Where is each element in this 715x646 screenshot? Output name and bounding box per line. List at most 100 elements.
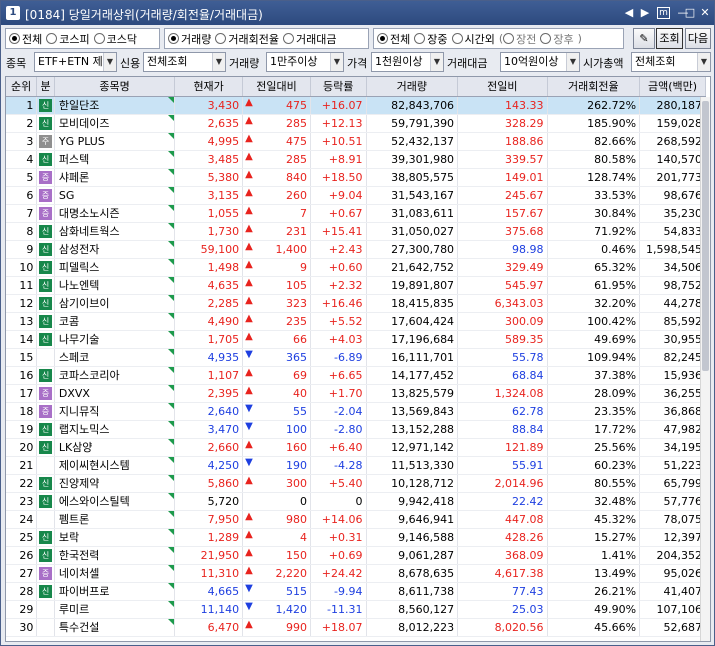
mini-icon[interactable]: m <box>657 7 670 19</box>
column-header[interactable]: 금액(백만) <box>639 77 706 97</box>
stock-name-cell[interactable]: 삼성전자 <box>54 240 176 259</box>
column-header[interactable]: 전일비 <box>457 77 548 97</box>
radio-session-all[interactable]: 전체 <box>377 31 410 47</box>
table-row[interactable]: 12 신 삼기이브이 2,285 ▲ 323 +16.46 18,415,835 6,343.0… <box>6 294 706 313</box>
scrollbar-thumb[interactable] <box>702 101 709 371</box>
stock-name-cell[interactable]: 펨트론 <box>54 510 176 529</box>
table-row[interactable]: 11 신 나노엔텍 4,635 ▲ 105 +2.32 19,891,807 545.97 61.… <box>6 276 706 295</box>
radio-session-post[interactable]: 장후 <box>540 31 574 47</box>
radio-market-all[interactable]: 전체 <box>9 31 42 47</box>
table-row[interactable]: 21 제이씨현시스템 4,250 ▼ 190 -4.28 11,513,330 55.91 60… <box>6 456 706 475</box>
table-row[interactable]: 9 신 삼성전자 59,100 ▲ 1,400 +2.43 27,300,780 98.98 0.… <box>6 240 706 259</box>
radio-market-kospi[interactable]: 코스피 <box>46 31 90 47</box>
stock-name-cell[interactable]: YG PLUS <box>54 132 176 151</box>
mcap-combo[interactable]: 전체조회 ▼ <box>631 52 711 72</box>
close-icon[interactable]: ✕ <box>698 6 712 20</box>
stock-name-cell[interactable]: 코파스코리아 <box>54 366 176 385</box>
stock-name-cell[interactable]: 파이버프로 <box>54 582 176 601</box>
pin-button[interactable]: ✎ <box>633 28 655 49</box>
stock-name-cell[interactable]: 제이씨현시스템 <box>54 456 176 475</box>
table-row[interactable]: 2 신 모비데이즈 2,635 ▲ 285 +12.13 59,791,390 328.29 18… <box>6 114 706 133</box>
table-row[interactable]: 13 신 코콤 4,490 ▲ 235 +5.52 17,604,424 300.09 100.4… <box>6 312 706 331</box>
radio-session-regular[interactable]: 장중 <box>414 31 448 47</box>
table-row[interactable]: 3 주 YG PLUS 4,995 ▲ 475 +10.51 52,432,137 188.86… <box>6 132 706 151</box>
stock-name-cell[interactable]: 삼화네트웍스 <box>54 222 176 241</box>
stock-name-cell[interactable]: SG <box>54 186 176 205</box>
stock-name-cell[interactable]: 샤페론 <box>54 168 176 187</box>
stock-name-cell[interactable]: 한국전력 <box>54 546 176 565</box>
radio-sort-turnover[interactable]: 거래회전율 <box>215 31 279 47</box>
radio-sort-amount[interactable]: 거래대금 <box>282 31 336 47</box>
table-row[interactable]: 19 신 랩지노믹스 3,470 ▼ 100 -2.80 13,152,288 88.84 17.… <box>6 420 706 439</box>
stock-name-cell[interactable]: 특수건설 <box>54 618 176 637</box>
stock-name-cell[interactable]: DXVX <box>54 384 176 403</box>
stock-name-cell[interactable]: 한일단조 <box>54 96 176 115</box>
table-row[interactable]: 17 증 DXVX 2,395 ▲ 40 +1.70 13,825,579 1,324.08 28… <box>6 384 706 403</box>
stock-name-cell[interactable]: 피델릭스 <box>54 258 176 277</box>
vertical-scrollbar[interactable] <box>700 97 710 641</box>
stock-name-cell[interactable]: 진양제약 <box>54 474 176 493</box>
refresh-button[interactable]: 조회 <box>656 28 683 49</box>
table-row[interactable]: 28 신 파이버프로 4,665 ▼ 515 -9.94 8,611,738 77.43 26.2… <box>6 582 706 601</box>
stock-name-cell[interactable]: 대명소노시즌 <box>54 204 176 223</box>
table-row[interactable]: 24 펨트론 7,950 ▲ 980 +14.06 9,646,941 447.08 45.32… <box>6 510 706 529</box>
table-row[interactable]: 14 신 나무기술 1,705 ▲ 66 +4.03 17,196,684 589.35 49.6… <box>6 330 706 349</box>
prev-icon[interactable]: ◀ <box>622 6 636 20</box>
restore-icon[interactable]: □ <box>683 6 697 20</box>
column-header[interactable]: 등락률 <box>310 77 367 97</box>
table-row[interactable]: 27 증 네이처셀 11,310 ▲ 2,220 +24.42 8,678,635 4,617.… <box>6 564 706 583</box>
stock-name-cell[interactable]: 보락 <box>54 528 176 547</box>
table-row[interactable]: 29 루미르 11,140 ▼ 1,420 -11.31 8,560,127 25.03 49.… <box>6 600 706 619</box>
price-combo[interactable]: 1천원이상 ▼ <box>371 52 444 72</box>
table-row[interactable]: 6 증 SG 3,135 ▲ 260 +9.04 31,543,167 245.67 33.53%… <box>6 186 706 205</box>
item-combo[interactable]: ETF+ETN 제 ▼ <box>34 52 117 72</box>
stock-name-cell[interactable]: 나무기술 <box>54 330 176 349</box>
radio-market-kosdaq[interactable]: 코스닥 <box>93 31 137 47</box>
table-row[interactable]: 23 신 에스와이스틸텍 5,720 0 0 9,942,418 22.42 32.48% 57,… <box>6 492 706 511</box>
column-header[interactable]: 전일대비 <box>242 77 311 97</box>
next-button[interactable]: 다음 <box>685 28 711 49</box>
table-row[interactable]: 22 신 진양제약 5,860 ▲ 300 +5.40 10,128,712 2,014.96 8… <box>6 474 706 493</box>
table-row[interactable]: 26 신 한국전력 21,950 ▲ 150 +0.69 9,061,287 368.09 1.4… <box>6 546 706 565</box>
stock-name-cell[interactable]: LK삼양 <box>54 438 176 457</box>
table-row[interactable]: 15 스페코 4,935 ▼ 365 -6.89 16,111,701 55.78 109.94… <box>6 348 706 367</box>
prev-ratio-cell: 77.43 <box>457 582 548 601</box>
up-arrow-icon: ▲ <box>245 294 253 306</box>
stock-name-cell[interactable]: 나노엔텍 <box>54 276 176 295</box>
stock-name-cell[interactable]: 모비데이즈 <box>54 114 176 133</box>
stock-name-cell[interactable]: 에스와이스틸텍 <box>54 492 176 511</box>
table-row[interactable]: 16 신 코파스코리아 1,107 ▲ 69 +6.65 14,177,452 68.84 37.… <box>6 366 706 385</box>
stock-name-cell[interactable]: 지니뮤직 <box>54 402 176 421</box>
next-icon[interactable]: ▶ <box>638 6 652 20</box>
column-header[interactable]: 종목명 <box>54 77 176 97</box>
amount-combo[interactable]: 10억원이상 ▼ <box>500 52 580 72</box>
table-row[interactable]: 10 신 피델릭스 1,498 ▲ 9 +0.60 21,642,752 329.49 65.32… <box>6 258 706 277</box>
column-header[interactable]: 거래회전율 <box>547 77 641 97</box>
radio-session-afterhours[interactable]: 시간외 <box>451 31 495 47</box>
table-row[interactable]: 18 증 지니뮤직 2,640 ▼ 55 -2.04 13,569,843 62.78 23.35… <box>6 402 706 421</box>
column-header[interactable]: 순위 <box>6 77 38 97</box>
radio-session-pre[interactable]: 장전 <box>503 31 536 47</box>
column-header[interactable]: 분 <box>36 77 55 97</box>
stock-name-cell[interactable]: 네이처셀 <box>54 564 176 583</box>
table-row[interactable]: 1 신 한일단조 3,430 ▲ 475 +16.07 82,843,706 143.33 262… <box>6 96 706 115</box>
table-row[interactable]: 25 신 보락 1,289 ▲ 4 +0.31 9,146,588 428.26 15.27% 12… <box>6 528 706 547</box>
stock-name-cell[interactable]: 퍼스텍 <box>54 150 176 169</box>
credit-combo[interactable]: 전체조회 ▼ <box>143 52 226 72</box>
volume-combo[interactable]: 1만주이상 ▼ <box>266 52 344 72</box>
stock-name-cell[interactable]: 삼기이브이 <box>54 294 176 313</box>
table-row[interactable]: 5 증 샤페론 5,380 ▲ 840 +18.50 38,805,575 149.01 128.… <box>6 168 706 187</box>
column-header[interactable]: 거래량 <box>366 77 459 97</box>
column-header[interactable]: 현재가 <box>174 77 244 97</box>
stock-name-cell[interactable]: 루미르 <box>54 600 176 619</box>
up-arrow-icon: ▲ <box>245 366 253 378</box>
radio-sort-volume[interactable]: 거래량 <box>168 31 211 47</box>
table-row[interactable]: 7 증 대명소노시즌 1,055 ▲ 7 +0.67 31,083,611 157.67 30.8… <box>6 204 706 223</box>
stock-name-cell[interactable]: 랩지노믹스 <box>54 420 176 439</box>
table-row[interactable]: 4 신 퍼스텍 3,485 ▲ 285 +8.91 39,301,980 339.57 80.58… <box>6 150 706 169</box>
table-row[interactable]: 8 신 삼화네트웍스 1,730 ▲ 231 +15.41 31,050,027 375.68 7… <box>6 222 706 241</box>
table-row[interactable]: 30 특수건설 6,470 ▲ 990 +18.07 8,012,223 8,020.56 45… <box>6 618 706 637</box>
table-row[interactable]: 20 신 LK삼양 2,660 ▲ 160 +6.40 12,971,142 121.89 25.… <box>6 438 706 457</box>
stock-name-cell[interactable]: 코콤 <box>54 312 176 331</box>
stock-name-cell[interactable]: 스페코 <box>54 348 176 367</box>
